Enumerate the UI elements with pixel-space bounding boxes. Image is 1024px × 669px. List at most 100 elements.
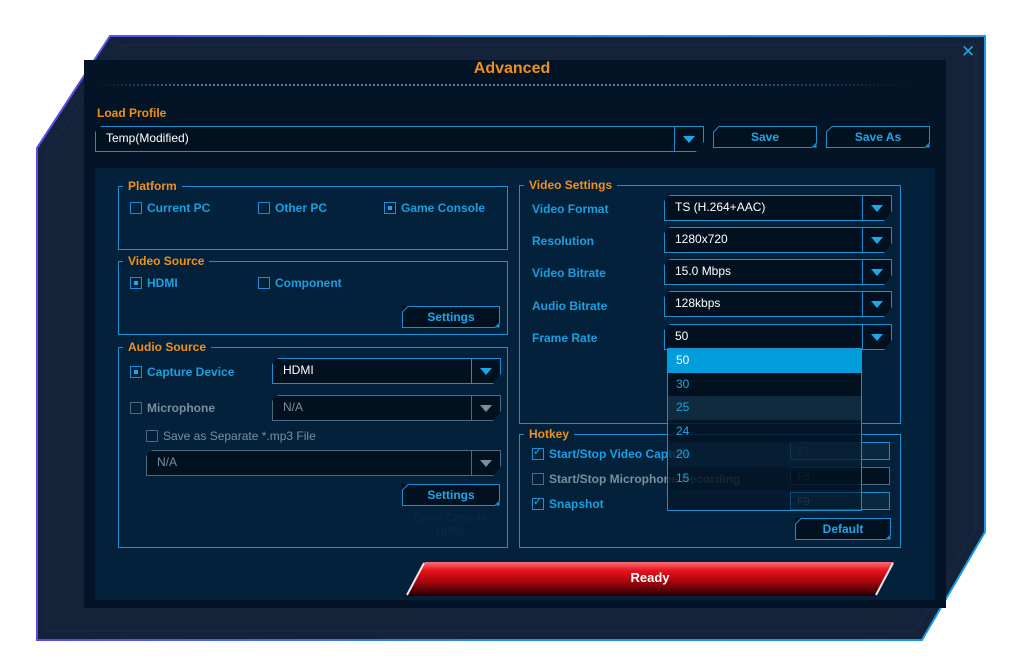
audio-bitrate-arrow[interactable] (862, 292, 891, 316)
video-source-legend: Video Source (118, 253, 210, 269)
platform-group: Platform (118, 178, 508, 250)
radio-box (258, 277, 270, 289)
resolution-arrow[interactable] (862, 228, 891, 252)
chevron-down-icon (871, 269, 883, 276)
ready-status-bar[interactable]: Ready (405, 561, 895, 597)
audio-source-legend: Audio Source (118, 339, 212, 355)
load-profile-label: Load Profile (97, 106, 167, 120)
platform-option-current-pc[interactable]: Current PC (130, 201, 210, 215)
video-source-option-label: HDMI (147, 276, 178, 290)
mp3-device-arrow[interactable] (471, 451, 500, 475)
audio-source-microphone[interactable]: Microphone (130, 401, 215, 415)
save-as-button[interactable]: Save As (826, 126, 930, 148)
capture-device-arrow[interactable] (471, 359, 500, 383)
video-source-option-label: Component (275, 276, 342, 290)
save-mp3-checkbox[interactable]: Save as Separate *.mp3 File (146, 429, 316, 443)
platform-option-label: Game Console (401, 201, 486, 215)
radio-box-selected (130, 366, 142, 378)
audio-source-capture-device[interactable]: Capture Device (130, 365, 234, 379)
chevron-down-icon (871, 237, 883, 244)
checkbox-box (146, 430, 158, 442)
radio-box-selected (130, 277, 142, 289)
profile-select-value: Temp(Modified) (106, 131, 189, 145)
chevron-down-icon (871, 301, 883, 308)
video-source-hdmi[interactable]: HDMI (130, 276, 178, 290)
platform-option-label: Current PC (147, 201, 211, 215)
frame-rate-option[interactable]: 30 (668, 372, 861, 396)
settings-label: Settings (427, 488, 475, 502)
chevron-down-icon (871, 205, 883, 212)
video-format-arrow[interactable] (862, 196, 891, 220)
checkbox-box-checked (532, 495, 544, 510)
hotkey-snapshot-checkbox[interactable]: Snapshot (532, 495, 604, 511)
video-bitrate-arrow[interactable] (862, 260, 891, 284)
video-bitrate-value: 15.0 Mbps (675, 264, 732, 278)
close-x-icon[interactable]: ✕ (961, 43, 975, 60)
frame-rate-value: 50 (675, 329, 689, 343)
video-format-select[interactable]: TS (H.264+AAC) (664, 195, 892, 221)
ready-status-label: Ready (630, 570, 670, 585)
mp3-device-value: N/A (157, 455, 178, 469)
save-button-label: Save (750, 130, 780, 144)
frame-rate-option[interactable]: 25 (668, 396, 861, 420)
microphone-value: N/A (283, 400, 304, 414)
hotkey-default-button[interactable]: Default (795, 518, 891, 540)
audio-bitrate-select[interactable]: 128kbps (664, 291, 892, 317)
chevron-down-icon (480, 460, 492, 467)
frame-rate-option[interactable]: 50 (668, 349, 861, 373)
mp3-device-select[interactable]: N/A (146, 450, 501, 476)
chevron-down-icon (871, 334, 883, 341)
audio-bitrate-label: Audio Bitrate (532, 299, 608, 313)
resolution-select[interactable]: 1280x720 (664, 227, 892, 253)
profile-select-arrow[interactable] (674, 127, 703, 151)
microphone-arrow[interactable] (471, 396, 500, 420)
radio-box (130, 402, 142, 414)
ghost-text-2: HDMI (435, 526, 465, 538)
video-format-label: Video Format (532, 202, 609, 216)
video-source-component[interactable]: Component (258, 276, 342, 290)
frame-rate-dropdown-list: 50 30 25 24 20 15 (667, 348, 862, 511)
chevron-down-icon (480, 368, 492, 375)
microphone-select[interactable]: N/A (272, 395, 501, 421)
capture-device-label: Capture Device (147, 365, 235, 379)
capture-device-value: HDMI (283, 363, 314, 377)
checkbox-box (532, 473, 544, 485)
capture-device-select[interactable]: HDMI (272, 358, 501, 384)
default-label: Default (822, 522, 864, 536)
video-format-value: TS (H.264+AAC) (675, 200, 766, 214)
frame-rate-arrow[interactable] (862, 325, 891, 349)
ghost-text-1: Game Console (413, 512, 487, 524)
microphone-label: Microphone (147, 401, 215, 415)
radio-box (258, 202, 270, 214)
checkbox-box-checked (532, 445, 544, 460)
frame-rate-option[interactable]: 24 (668, 419, 861, 443)
audio-bitrate-value: 128kbps (675, 296, 721, 310)
video-bitrate-label: Video Bitrate (532, 266, 606, 280)
video-settings-legend: Video Settings (519, 177, 618, 193)
profile-select[interactable]: Temp(Modified) (95, 126, 704, 152)
radio-box (130, 202, 142, 214)
frame-rate-select[interactable]: 50 (664, 324, 892, 350)
platform-legend: Platform (119, 178, 182, 194)
chevron-down-icon (480, 405, 492, 412)
settings-label: Settings (427, 310, 475, 324)
resolution-label: Resolution (532, 234, 594, 248)
audio-source-settings-button[interactable]: Settings (402, 484, 500, 506)
save-button[interactable]: Save (713, 126, 817, 148)
radio-box-selected (384, 202, 396, 214)
platform-option-other-pc[interactable]: Other PC (258, 201, 327, 215)
frame-rate-option[interactable]: 15 (668, 466, 861, 490)
platform-option-game-console[interactable]: Game Console (384, 201, 485, 215)
chevron-down-icon (683, 136, 695, 143)
platform-option-label: Other PC (275, 201, 328, 215)
frame-rate-label: Frame Rate (532, 331, 598, 345)
window-title: Advanced (473, 60, 551, 77)
save-as-button-label: Save As (854, 130, 902, 144)
resolution-value: 1280x720 (675, 232, 728, 246)
save-mp3-label: Save as Separate *.mp3 File (163, 429, 316, 443)
video-source-settings-button[interactable]: Settings (402, 306, 500, 328)
hotkey-legend: Hotkey (519, 426, 575, 442)
hotkey-label: Snapshot (549, 497, 604, 511)
frame-rate-option[interactable]: 20 (668, 443, 861, 467)
video-bitrate-select[interactable]: 15.0 Mbps (664, 259, 892, 285)
